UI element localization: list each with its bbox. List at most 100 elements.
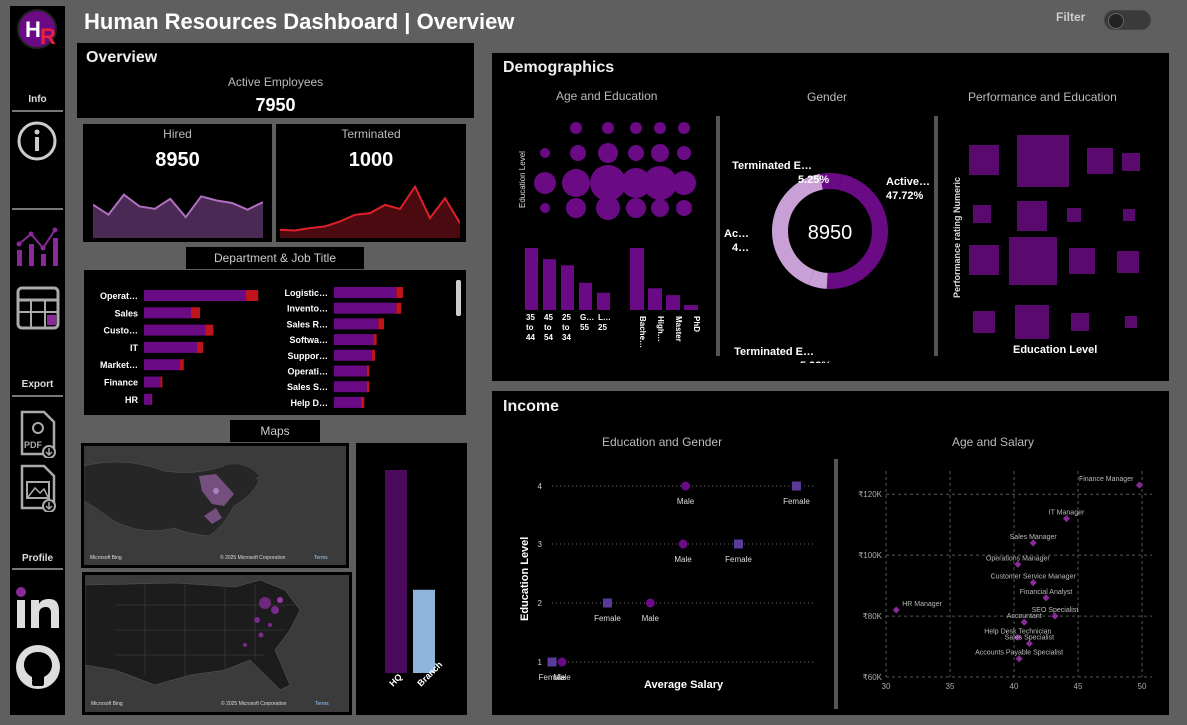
image-export-icon[interactable] [18,464,58,513]
info-icon[interactable] [17,121,57,161]
terms-link[interactable]: Terms [314,555,328,561]
age-tick-label: to [526,323,534,332]
point-label: Accounts Payable Specialist [975,650,1063,657]
gender-label: Female [783,497,810,506]
age-bar [525,248,538,310]
line-chart-icon[interactable] [15,226,61,268]
pdf-export-icon[interactable]: PDF [18,410,58,459]
point-label: HR Manager [902,601,942,608]
age-tick-label: 25 [598,323,607,332]
education-gender-title: Education and Gender [602,435,723,449]
bar-segment-active [144,307,191,319]
perf-cell [973,311,995,333]
gender-label: Male [553,673,571,682]
terminated-sparkline [280,184,460,238]
gender-label: Female [594,614,621,623]
y-tick-label: ₹80K [863,612,883,621]
toggle-knob[interactable] [1108,13,1124,29]
bar-segment-terminated [205,324,214,336]
gender-label: Male [677,497,695,506]
age-tick-label: to [562,323,570,332]
donut-center-value: 8950 [808,222,853,244]
male-dot [557,657,567,667]
bar-segment-active [334,365,367,377]
hired-value: 8950 [155,149,200,171]
overview-panel: Overview Active Employees 7950 [77,43,474,118]
department-bar-chart: Operat… Sales Custo… IT Market… Finance HR [100,290,259,405]
donut-slice-label: Terminated E… [734,346,814,358]
age-education-title: Age and Education [556,89,658,103]
bing-label: Microsoft Bing [90,555,122,561]
map-us-east[interactable]: Microsoft Bing © 2025 Microsoft Corporat… [85,575,349,712]
demographics-title: Demographics [503,59,615,76]
perf-cell [1017,201,1047,231]
age-salary-scatter: 30 35 40 45 50 ₹120K ₹100K ₹80K ₹60K Finance Mana… [858,471,1152,691]
education-bar [648,288,662,310]
gender-label: Male [674,555,692,564]
age-tick-label: 34 [562,333,571,342]
bar-segment-active [144,376,161,388]
department-job-tab[interactable]: Department & Job Title [186,247,364,269]
education-tick-label: PhD [692,316,701,332]
female-dot [547,657,557,667]
female-dot [791,481,801,491]
bar-label: Sales S… [287,382,328,392]
terminated-label: Terminated [341,127,401,141]
income-title: Income [503,398,560,415]
filter-toggle[interactable] [1104,10,1151,30]
svg-text:PDF: PDF [24,440,43,450]
age-tick-label: L… [598,313,611,322]
bubble-mark [654,122,666,134]
maps-tab[interactable]: Maps [230,420,320,442]
overview-title: Overview [86,49,158,66]
y-tick-label: 1 [538,658,543,667]
divider [834,459,838,709]
x-tick-label: 45 [1074,682,1083,691]
github-icon[interactable] [15,644,61,690]
terminated-value: 1000 [348,149,394,171]
hired-label: Hired [163,127,192,141]
perf-cell [1009,237,1057,285]
map-shape: Microsoft Bing © 2025 Microsoft Corporat… [84,461,328,561]
point-label: Accountant [1007,613,1042,620]
bar-label: Finance [104,378,138,388]
bar-segment-terminated [373,334,377,346]
education-tick-label: Master [674,316,683,342]
perf-cell [973,205,991,223]
bar-segment-active [334,287,397,298]
female-dot [602,598,612,608]
bubble-mark [540,148,550,158]
bar-label: Invento… [287,304,328,314]
bubble-mark [677,146,691,160]
point-label: Operations Manager [986,555,1050,562]
scrollbar-thumb[interactable] [456,280,461,316]
donut-slice [808,269,828,289]
bubble-mark [602,122,614,134]
education-bar [666,295,680,310]
logo[interactable]: H R [17,9,57,49]
education-bar [630,248,644,310]
map-us-zoomed[interactable]: Microsoft Bing © 2025 Microsoft Corporat… [84,446,346,565]
scatter-point [1135,481,1143,489]
bubble-mark [630,122,642,134]
bar-label: HR [125,395,138,405]
divider [716,116,720,356]
bubble-mark [651,199,669,217]
bar-label: Softwa… [289,335,328,345]
linkedin-icon[interactable] [16,586,60,630]
perf-cell [1125,316,1137,328]
perf-cell [1017,135,1069,187]
y-tick-label: ₹100K [858,551,882,560]
gender-title: Gender [807,90,848,104]
perf-cell [1123,209,1135,221]
income-panel: Income Education and Gender Age and Sala… [492,391,1169,715]
male-dot [678,539,688,549]
education-gender-dot-chart: Education Level Average Salary 4 3 2 1 Male F… [519,481,814,691]
bar-label: Suppor… [288,351,329,361]
calendar-grid-icon[interactable] [16,286,60,330]
location-bar [413,589,435,673]
bar-segment-terminated [361,396,365,408]
y-tick-label: 3 [538,540,543,549]
terms-link[interactable]: Terms [315,701,329,707]
department-jobtitle-panel: Operat… Sales Custo… IT Market… Finance HR Log… [84,270,466,415]
